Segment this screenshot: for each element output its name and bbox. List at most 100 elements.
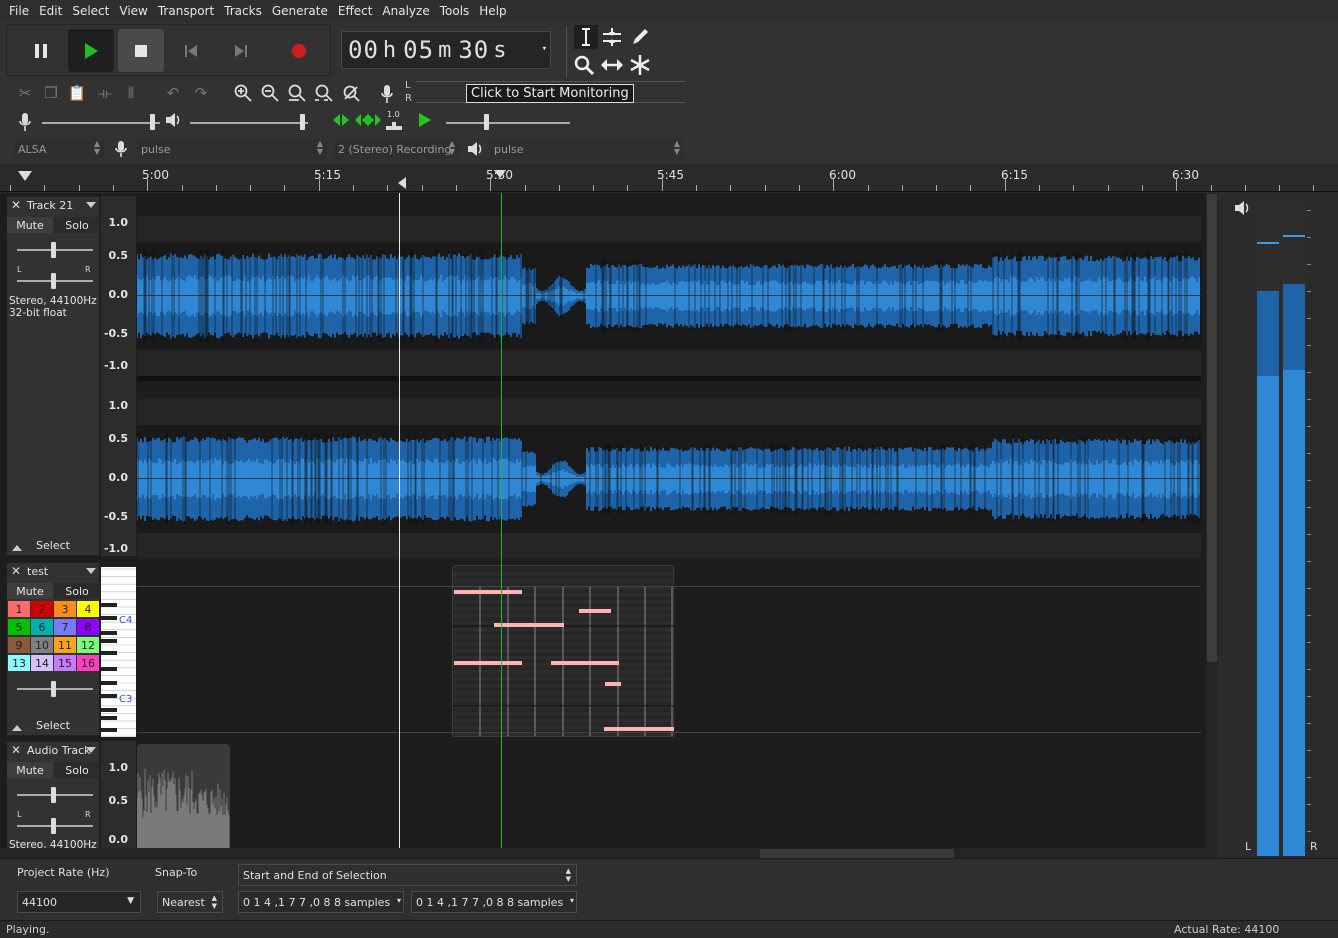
midi-channel-button[interactable]: 7: [54, 619, 76, 635]
midi-note[interactable]: [551, 661, 619, 665]
midi-channel-button[interactable]: 15: [54, 655, 76, 671]
playback-volume-slider[interactable]: [300, 114, 305, 130]
zoom-tool-button[interactable]: [572, 53, 596, 77]
midi-channel-button[interactable]: 10: [31, 637, 53, 653]
solo-button[interactable]: Solo: [54, 217, 100, 233]
track-menu-icon[interactable]: [86, 202, 96, 208]
menu-help[interactable]: Help: [474, 4, 511, 18]
timeline-ruler[interactable]: 5:00 5:15 5:30 5:45 6:00 6:15 6:30: [0, 164, 1338, 192]
recording-channels-select[interactable]: 2 (Stereo) Recording ▲ ▼: [334, 139, 459, 159]
play-speed-slider[interactable]: [484, 114, 489, 130]
menu-select[interactable]: Select: [67, 4, 114, 18]
midi-note[interactable]: [454, 590, 522, 594]
menu-file[interactable]: File: [4, 4, 34, 18]
track-name[interactable]: Track 21: [27, 199, 73, 212]
selection-tool-button[interactable]: [574, 25, 598, 49]
midi-channel-button[interactable]: 11: [54, 637, 76, 653]
mute-button[interactable]: Mute: [7, 217, 53, 233]
menu-effect[interactable]: Effect: [333, 4, 378, 18]
track-name[interactable]: test: [27, 565, 48, 578]
audio-clip[interactable]: [137, 744, 230, 848]
pan-slider[interactable]: [51, 818, 56, 834]
project-rate-combo[interactable]: 44100 ▼: [17, 891, 141, 913]
selection-mode-select[interactable]: Start and End of Selection ▲ ▼: [238, 864, 577, 886]
piano-keyboard[interactable]: C4 C3: [101, 567, 136, 737]
zoom-in-button[interactable]: [232, 82, 254, 104]
midi-channel-button[interactable]: 9: [8, 637, 30, 653]
undo-button[interactable]: ↶: [162, 82, 184, 104]
menu-generate[interactable]: Generate: [267, 4, 333, 18]
play-at-speed-prev-button[interactable]: [332, 112, 350, 128]
midi-note[interactable]: [454, 661, 522, 665]
recording-device-select[interactable]: pulse ▲ ▼: [137, 139, 327, 159]
midi-note[interactable]: [494, 623, 564, 627]
midi-channel-button[interactable]: 16: [77, 655, 99, 671]
draw-tool-button[interactable]: [628, 25, 652, 49]
gain-slider[interactable]: [51, 242, 56, 258]
midi-channel-button[interactable]: 6: [31, 619, 53, 635]
midi-channel-button[interactable]: 3: [54, 601, 76, 617]
skip-to-end-button[interactable]: [218, 29, 264, 72]
midi-note[interactable]: [604, 727, 674, 731]
zoom-out-button[interactable]: [259, 82, 281, 104]
midi-channel-button[interactable]: 4: [77, 601, 99, 617]
track-name[interactable]: Audio Track: [27, 744, 91, 757]
play-at-speed-cut-preview-button[interactable]: [354, 112, 382, 128]
time-shift-tool-button[interactable]: [600, 53, 624, 77]
menu-analyze[interactable]: Analyze: [377, 4, 434, 18]
close-track-icon[interactable]: ✕: [11, 198, 21, 212]
audio-host-select[interactable]: ALSA ▲ ▼: [14, 139, 104, 159]
time-format-dropdown-icon[interactable]: ▾: [542, 44, 548, 54]
record-meter-mic-button[interactable]: [380, 84, 396, 104]
silence-button[interactable]: ⫴: [120, 82, 142, 104]
pan-slider[interactable]: [51, 273, 56, 289]
paste-button[interactable]: 📋: [66, 82, 88, 104]
copy-button[interactable]: ❐: [40, 82, 62, 104]
zoom-toggle-button[interactable]: [340, 82, 362, 104]
gain-slider[interactable]: [51, 787, 56, 803]
time-display[interactable]: 00 h 05 m 30 s ▾: [341, 31, 551, 69]
snap-to-select[interactable]: Nearest ▲ ▼: [157, 891, 223, 913]
midi-channel-button[interactable]: 5: [8, 619, 30, 635]
note-clip[interactable]: [452, 565, 675, 737]
midi-note[interactable]: [605, 682, 621, 686]
playback-device-select[interactable]: pulse ▲ ▼: [490, 139, 684, 159]
velocity-slider[interactable]: [51, 681, 56, 697]
track-select-button[interactable]: Select: [7, 539, 99, 555]
mute-button[interactable]: Mute: [7, 583, 53, 599]
amplitude-ruler[interactable]: 1.0 0.5 0.0: [101, 741, 136, 851]
midi-channel-button[interactable]: 2: [31, 601, 53, 617]
pause-button[interactable]: [18, 29, 64, 72]
menu-view[interactable]: View: [114, 4, 152, 18]
recording-volume-slider[interactable]: [150, 114, 155, 130]
trim-button[interactable]: ⟛: [94, 82, 116, 104]
amplitude-ruler[interactable]: 1.0 0.5 0.0 -0.5 -1.0 1.0 0.5 0.0 -0.5 -…: [101, 196, 136, 556]
waveform-channel-right[interactable]: [136, 399, 1201, 559]
solo-button[interactable]: Solo: [54, 583, 100, 599]
track-select-button[interactable]: Select: [7, 719, 99, 735]
midi-channel-button[interactable]: 8: [77, 619, 99, 635]
close-track-icon[interactable]: ✕: [11, 564, 21, 578]
menu-edit[interactable]: Edit: [34, 4, 67, 18]
vertical-scrollbar-thumb[interactable]: [1207, 194, 1217, 662]
play-at-speed-button[interactable]: [417, 112, 433, 128]
skip-to-start-button[interactable]: [168, 29, 214, 72]
menu-tracks[interactable]: Tracks: [219, 4, 267, 18]
menu-tools[interactable]: Tools: [435, 4, 475, 18]
midi-channel-button[interactable]: 1: [8, 601, 30, 617]
menu-transport[interactable]: Transport: [153, 4, 219, 18]
waveform-channel-left[interactable]: [136, 216, 1201, 376]
midi-channel-button[interactable]: 14: [31, 655, 53, 671]
record-button[interactable]: [276, 29, 322, 72]
fit-project-button[interactable]: [313, 82, 335, 104]
midi-note[interactable]: [579, 609, 611, 613]
stop-button[interactable]: [118, 29, 164, 72]
redo-button[interactable]: ↷: [190, 82, 212, 104]
track-menu-icon[interactable]: [86, 568, 96, 574]
playback-meter-speaker-icon[interactable]: [1234, 200, 1250, 216]
close-track-icon[interactable]: ✕: [11, 743, 21, 757]
fit-selection-button[interactable]: [286, 82, 308, 104]
track-menu-icon[interactable]: [86, 747, 96, 753]
cut-button[interactable]: ✂: [14, 82, 36, 104]
mute-button[interactable]: Mute: [7, 762, 53, 778]
